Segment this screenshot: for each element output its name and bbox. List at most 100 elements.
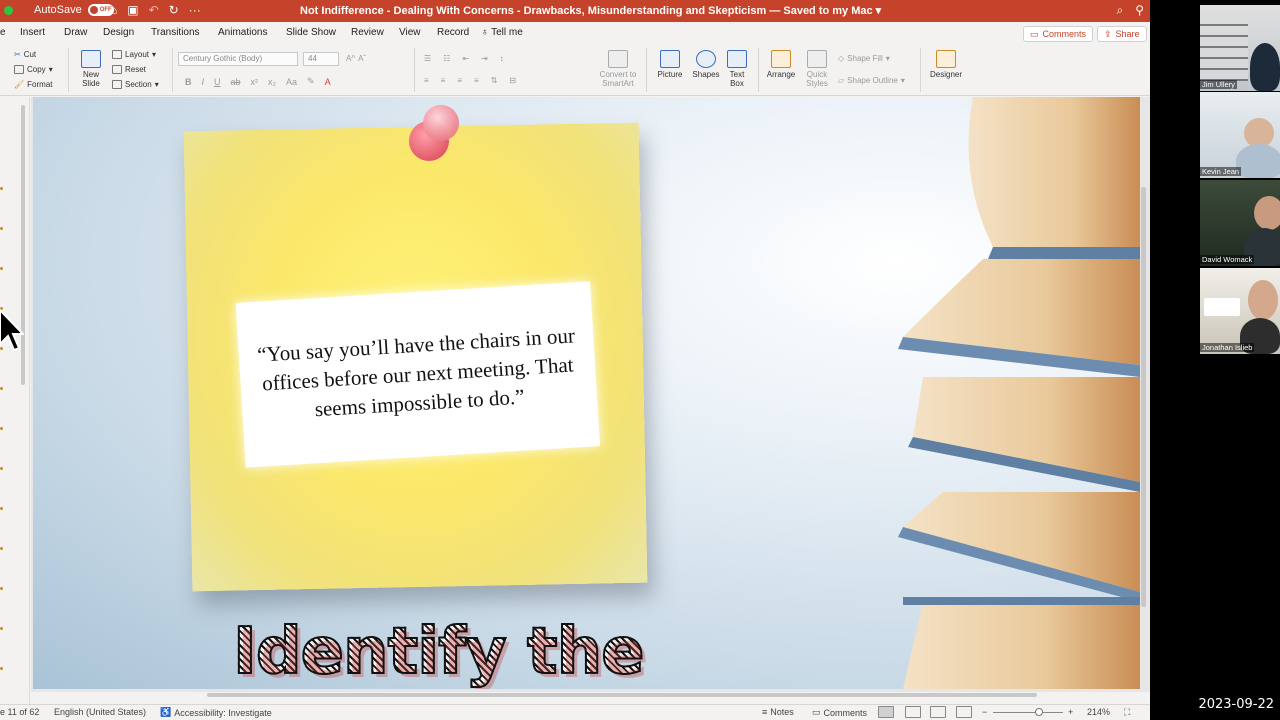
zoom-level[interactable]: 214% <box>1087 707 1110 717</box>
font-color-icon[interactable]: A <box>325 77 331 87</box>
fit-to-window-icon[interactable]: ⛶ <box>1124 707 1130 718</box>
align-center-icon[interactable]: ≡ <box>441 76 446 85</box>
zoom-slider[interactable] <box>993 712 1063 713</box>
bold-icon[interactable]: B <box>185 77 192 87</box>
line-spacing-icon[interactable]: ↕ <box>500 54 504 63</box>
share-status-icon[interactable]: ⚲ <box>1135 3 1144 18</box>
font-size-select[interactable]: 44 <box>303 52 339 66</box>
zoom-slider-knob[interactable] <box>1035 708 1043 716</box>
reset-label: Reset <box>125 65 146 74</box>
redo-icon[interactable]: ↻ <box>169 3 179 17</box>
autosave[interactable]: AutoSave OFF <box>34 4 114 16</box>
more-icon[interactable]: ··· <box>189 3 201 17</box>
window-close-dot[interactable] <box>4 6 13 15</box>
section-button[interactable]: Section ▾ <box>112 80 159 89</box>
shape-fill-button[interactable]: ◇ Shape Fill ▾ <box>838 54 890 63</box>
picture-button[interactable]: Picture <box>654 50 686 79</box>
reset-button[interactable]: Reset <box>112 65 146 74</box>
participant-tile[interactable]: Jonathan Islieb <box>1200 268 1280 354</box>
justify-icon[interactable]: ≡ <box>474 76 479 85</box>
change-case-icon[interactable]: Aa <box>286 77 297 87</box>
designer-label: Designer <box>929 70 962 79</box>
ribbon: ✂ Cut Copy ▾ 🖌 Format New Slide Layout ▾ R… <box>0 44 1150 96</box>
zoom-in-icon[interactable]: + <box>1068 707 1073 717</box>
designer-button[interactable]: Designer <box>928 50 964 79</box>
layout-button[interactable]: Layout ▾ <box>112 50 156 59</box>
align-left-icon[interactable]: ≡ <box>424 76 429 85</box>
sticky-note[interactable]: “You say you’ll have the chairs in our o… <box>183 122 648 592</box>
quick-styles-button[interactable]: Quick Styles <box>802 50 832 88</box>
tab-record[interactable]: Record <box>437 27 469 38</box>
bullets-icon[interactable]: ☰ <box>424 54 431 63</box>
highlight-icon[interactable]: ✎ <box>307 76 315 87</box>
thumb-marker <box>0 667 3 670</box>
slide-sorter-button[interactable] <box>905 706 921 718</box>
slide-canvas[interactable]: “You say you’ll have the chairs in our o… <box>33 97 1140 689</box>
cut-label: Cut <box>23 50 37 59</box>
notes-label: Notes <box>770 707 794 717</box>
share-icon: ⇪ <box>1104 28 1112 39</box>
tab-home[interactable]: e <box>0 27 6 38</box>
align-text-icon[interactable]: ⊟ <box>509 76 516 85</box>
increase-indent-icon[interactable]: ⇥ <box>481 54 488 63</box>
arrange-button[interactable]: Arrange <box>764 50 798 79</box>
copy-button[interactable]: Copy ▾ <box>14 65 53 74</box>
tab-tell-me[interactable]: ♁ Tell me <box>481 27 523 38</box>
tab-view[interactable]: View <box>399 27 421 38</box>
language-indicator[interactable]: English (United States) <box>54 707 146 717</box>
quick-styles-label: Quick Styles <box>806 70 828 88</box>
undo-icon[interactable]: ↶ <box>149 3 159 17</box>
zoom-out-icon[interactable]: − <box>982 707 987 717</box>
shapes-button[interactable]: Shapes <box>690 50 722 79</box>
text-direction-icon[interactable]: ⇅ <box>491 76 498 85</box>
new-slide-button[interactable]: New Slide <box>74 50 108 88</box>
tab-transitions[interactable]: Transitions <box>151 27 200 38</box>
text-box-button[interactable]: Text Box <box>724 50 750 88</box>
outline-icon: ▱ <box>838 76 845 85</box>
horizontal-scrollbar[interactable] <box>207 693 1037 697</box>
shrink-font-icon: Aˇ <box>358 54 367 63</box>
reset-icon <box>112 65 122 74</box>
designer-icon <box>936 50 956 68</box>
participant-tile[interactable]: David Womack <box>1200 180 1280 266</box>
tab-review[interactable]: Review <box>351 27 384 38</box>
strikethrough-icon[interactable]: ab <box>231 77 241 87</box>
slide-caption[interactable]: Identify the <box>232 614 646 689</box>
convert-smartart-button[interactable]: Convert to SmartArt <box>596 50 640 88</box>
participant-tile[interactable]: Jim Ullery <box>1200 5 1280 91</box>
subscript-icon[interactable]: x₂ <box>268 77 276 87</box>
quote-text-box[interactable]: “You say you’ll have the chairs in our o… <box>235 281 601 468</box>
normal-view-button[interactable] <box>878 706 894 718</box>
notes-button[interactable]: ≡ Notes <box>762 707 794 717</box>
italic-icon[interactable]: I <box>202 77 205 87</box>
comments-status-button[interactable]: ▭ Comments <box>812 707 867 718</box>
decrease-indent-icon[interactable]: ⇤ <box>462 54 469 63</box>
home-icon[interactable]: ⌂ <box>110 3 117 17</box>
accessibility-button[interactable]: ♿ Accessibility: Investigate <box>160 707 272 718</box>
participant-tile[interactable]: Kevin Jean <box>1200 92 1280 178</box>
align-right-icon[interactable]: ≡ <box>457 76 462 85</box>
save-icon[interactable]: ▣ <box>127 3 138 17</box>
format-painter-button[interactable]: 🖌 Format <box>14 80 53 89</box>
font-name-select[interactable]: Century Gothic (Body) <box>178 52 298 66</box>
font-size-adjust[interactable]: A^ Aˇ <box>346 54 366 63</box>
tab-draw[interactable]: Draw <box>64 27 87 38</box>
cut-button[interactable]: ✂ Cut <box>14 50 36 59</box>
document-title[interactable]: Not Indifference - Dealing With Concerns… <box>300 4 881 17</box>
search-icon[interactable]: ⌕ <box>1116 3 1123 18</box>
tab-slide-show[interactable]: Slide Show <box>286 27 336 38</box>
vertical-scrollbar[interactable] <box>1141 187 1146 607</box>
numbering-icon[interactable]: ☷ <box>443 54 450 63</box>
slide-thumbnail-pane[interactable] <box>0 97 30 704</box>
share-button[interactable]: ⇪ Share <box>1097 26 1147 42</box>
superscript-icon[interactable]: x² <box>251 77 259 87</box>
slideshow-view-button[interactable] <box>956 706 972 718</box>
underline-icon[interactable]: U <box>214 77 221 87</box>
reading-view-button[interactable] <box>930 706 946 718</box>
tab-animations[interactable]: Animations <box>218 27 267 38</box>
tab-design[interactable]: Design <box>103 27 134 38</box>
shape-outline-button[interactable]: ▱ Shape Outline ▾ <box>838 76 905 85</box>
comments-button[interactable]: ▭ Comments <box>1023 26 1094 42</box>
tab-insert[interactable]: Insert <box>20 27 45 38</box>
accessibility-label: Accessibility: Investigate <box>174 707 272 718</box>
